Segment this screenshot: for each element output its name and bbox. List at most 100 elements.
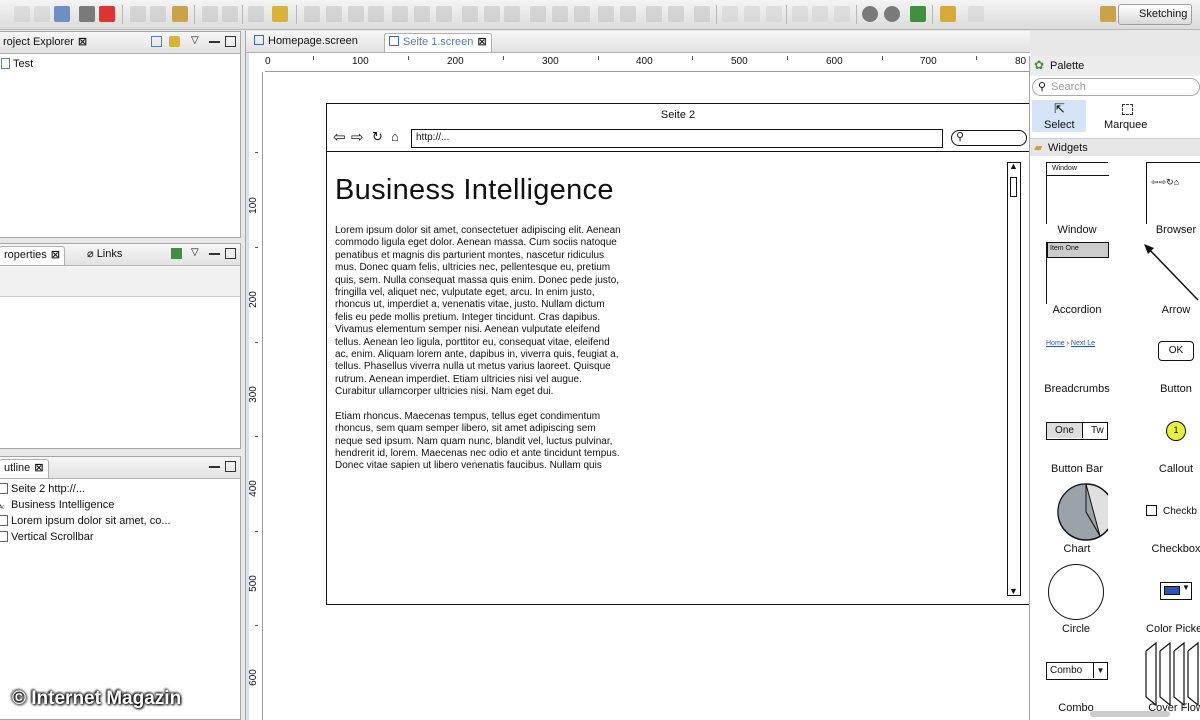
paste-icon[interactable] (172, 6, 188, 22)
palette-breadcrumbs-widget[interactable]: Home › Next Le (1046, 340, 1108, 354)
palette-checkbox-widget[interactable]: Checkb (1146, 505, 1197, 517)
distribute-icon[interactable] (484, 6, 500, 22)
select-tool[interactable]: ⇱ Select (1032, 100, 1086, 132)
tab-project-explorer[interactable]: roject Explorer ⊠ (0, 34, 91, 53)
redo-icon[interactable] (222, 6, 238, 22)
bold-icon[interactable] (722, 6, 738, 22)
outline-item[interactable]: Seite 2 http://... (0, 481, 85, 497)
palette-window-widget[interactable]: Window (1046, 162, 1109, 224)
palette-circle-widget[interactable] (1048, 564, 1104, 620)
tab-outline[interactable]: utline ⊠ (0, 459, 49, 478)
palette-chart-widget[interactable] (1046, 482, 1108, 544)
zoom-out-icon[interactable] (884, 6, 900, 22)
save-icon[interactable] (34, 6, 50, 22)
accordion-preview-header: Item One (1047, 242, 1109, 258)
palette-arrow-widget[interactable] (1142, 242, 1200, 304)
group-icon[interactable] (668, 6, 684, 22)
palette-button-widget[interactable]: OK (1158, 341, 1194, 361)
tree-item-test[interactable]: Test (1, 56, 33, 72)
underline-icon[interactable] (766, 6, 782, 22)
palette-scroll-indicator[interactable] (1090, 711, 1170, 717)
tab-links[interactable]: ⌀ Links (83, 246, 126, 265)
main-toolbar: Sketching (0, 0, 1200, 30)
size-icon[interactable] (574, 6, 590, 22)
lock-icon[interactable] (694, 6, 710, 22)
new-link-icon[interactable] (171, 248, 182, 259)
minimize-icon[interactable] (209, 36, 220, 43)
minimize-icon[interactable] (209, 461, 220, 468)
size-icon[interactable] (530, 6, 546, 22)
palette-combo-widget[interactable]: Combo ▼ (1046, 662, 1108, 680)
sketch-tool-icon[interactable] (272, 6, 288, 22)
tab-label: Seite 1.screen (403, 36, 474, 48)
order-icon[interactable] (598, 6, 614, 22)
ruler-label: 500 (249, 575, 259, 592)
minimize-icon[interactable] (209, 248, 220, 255)
layout-icon[interactable] (392, 6, 408, 22)
italic-icon[interactable] (744, 6, 760, 22)
outline-item[interactable]: Vertical Scrollbar (0, 529, 94, 545)
widget-label: Button Bar (1051, 463, 1103, 475)
close-icon[interactable]: ⊠ (51, 249, 60, 261)
align-icon[interactable] (368, 6, 384, 22)
align-left-icon[interactable] (792, 6, 808, 22)
distribute-icon[interactable] (462, 6, 478, 22)
perspective-sketching-button[interactable]: Sketching (1118, 4, 1193, 25)
close-icon[interactable]: ⊠ (34, 462, 43, 474)
combo-preview-label: Combo (1050, 665, 1083, 676)
align-center-icon[interactable] (812, 6, 828, 22)
tab-seite1-screen[interactable]: Seite 1.screen ⊠ (384, 33, 492, 52)
maximize-icon[interactable] (225, 461, 236, 472)
size-icon[interactable] (552, 6, 568, 22)
tab-properties[interactable]: roperties ⊠ (0, 246, 66, 265)
view-menu-icon[interactable]: ▽ (191, 36, 202, 47)
palette-accordion-widget[interactable]: Item One (1046, 242, 1109, 304)
editor-tabbar: Homepage.screen Seite 1.screen ⊠ (246, 31, 1030, 53)
align-right-icon[interactable] (834, 6, 850, 22)
close-icon[interactable]: ⊠ (477, 36, 486, 48)
palette-search-input[interactable]: ⚲ Search (1032, 78, 1200, 96)
ruler-label: 300 (249, 386, 259, 403)
distribute-icon[interactable] (504, 6, 520, 22)
browser-mockup[interactable]: Seite 2 ⇦ ⇨ ↻ ⌂ http://... ⚲ Business In… (326, 103, 1030, 605)
back-arrow-icon[interactable] (940, 6, 956, 22)
new-icon[interactable] (14, 6, 30, 22)
align-icon[interactable] (304, 6, 320, 22)
view-menu-icon[interactable]: ▽ (191, 248, 202, 259)
palette-color-picker-widget[interactable]: ▼ (1160, 582, 1192, 600)
palette-buttonbar-widget[interactable]: One Tw (1046, 422, 1108, 440)
collapse-all-icon[interactable] (151, 36, 162, 47)
ruler-label: 500 (731, 56, 748, 67)
group-icon[interactable] (646, 6, 662, 22)
open-perspective-icon[interactable] (1100, 6, 1116, 22)
layout-icon[interactable] (414, 6, 430, 22)
align-icon[interactable] (348, 6, 364, 22)
marquee-tool[interactable]: Marquee (1100, 100, 1154, 132)
print-icon[interactable] (54, 6, 70, 22)
widgets-section-header[interactable]: ▰ Widgets (1030, 138, 1200, 156)
order-icon[interactable] (620, 6, 636, 22)
camera-icon[interactable] (79, 6, 95, 22)
maximize-icon[interactable] (225, 36, 236, 47)
palette-cover-flow-widget[interactable] (1142, 641, 1200, 707)
zoom-in-icon[interactable] (862, 6, 878, 22)
undo-icon[interactable] (202, 6, 218, 22)
pdf-icon[interactable] (99, 6, 115, 22)
preview-icon[interactable] (910, 6, 926, 22)
copy-icon[interactable] (150, 6, 166, 22)
cut-icon[interactable] (130, 6, 146, 22)
tab-homepage-screen[interactable]: Homepage.screen (250, 33, 362, 52)
palette-browser-widget[interactable]: ⇦⇨↻⌂ (1146, 162, 1200, 224)
screen-file-icon (389, 36, 399, 46)
maximize-icon[interactable] (225, 248, 236, 259)
forward-arrow-icon[interactable] (968, 6, 984, 22)
outline-item[interactable]: ᴬᶜ Business Intelligence (0, 497, 114, 513)
widget-label: Button (1160, 383, 1192, 395)
link-editor-icon[interactable] (169, 36, 180, 47)
layout-icon[interactable] (436, 6, 452, 22)
palette-callout-widget[interactable]: 1 (1166, 421, 1186, 441)
delete-icon[interactable] (248, 6, 264, 22)
outline-item[interactable]: Lorem ipsum dolor sit amet, co... (0, 513, 171, 529)
close-icon[interactable]: ⊠ (78, 36, 87, 48)
align-icon[interactable] (326, 6, 342, 22)
